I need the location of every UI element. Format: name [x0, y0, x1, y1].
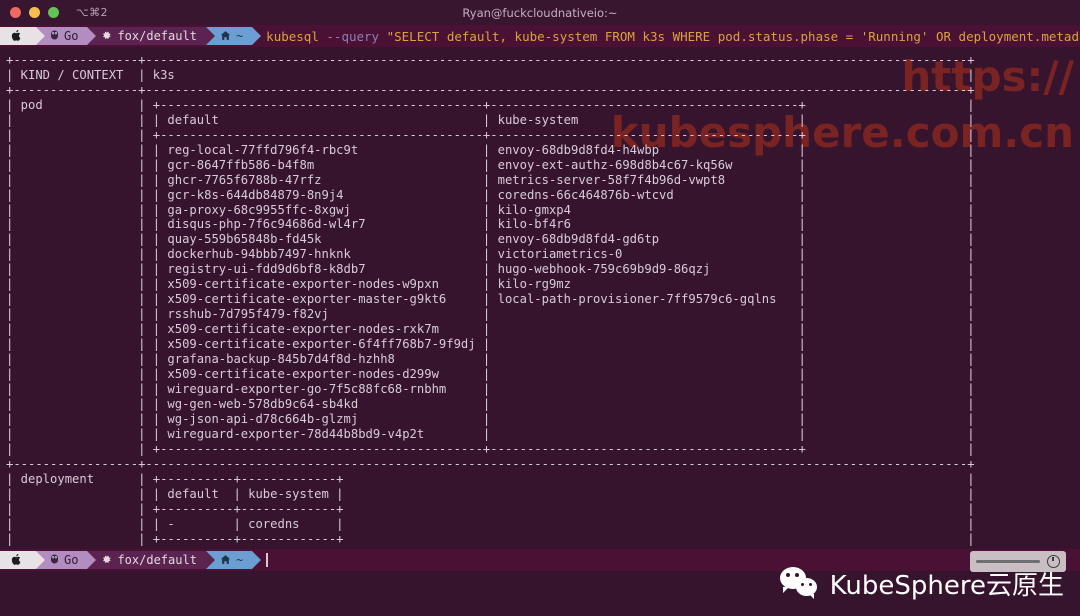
home-icon: [220, 30, 231, 43]
prompt-go-label: Go: [64, 553, 79, 567]
command-line[interactable]: kubesql --query "SELECT default, kube-sy…: [266, 29, 1080, 44]
window-title: Ryan@fuckcloudnativeio:~: [462, 5, 618, 20]
tab-shortcut-label: ⌥⌘2: [76, 6, 108, 19]
close-button[interactable]: [10, 7, 21, 18]
prompt-arrow-os: [36, 27, 45, 45]
prompt-line-top: Go fox/default ~ kubesql --query "SELECT…: [0, 25, 1080, 47]
zoom-button[interactable]: [48, 7, 59, 18]
prompt-context-label: fox/default: [117, 29, 197, 43]
wechat-bubble-small: [795, 577, 817, 599]
prompt-segment-context-bottom[interactable]: fox/default: [87, 551, 215, 569]
prompt-path-label: ~: [235, 553, 244, 567]
wechat-eye: [808, 582, 812, 586]
terminal-window: ⌥⌘2 Ryan@fuckcloudnativeio:~ https:// ku…: [0, 0, 1080, 616]
prompt-go-label: Go: [64, 29, 79, 43]
home-icon: [220, 554, 231, 567]
prompt-segment-os[interactable]: [0, 27, 45, 45]
prompt-arrow-context: [205, 27, 215, 45]
prompt-arrow-path: [252, 551, 262, 569]
minimize-button[interactable]: [29, 7, 40, 18]
prompt-arrow-path: [252, 27, 262, 45]
text-cursor[interactable]: [266, 553, 269, 567]
prompt-arrow-go: [87, 551, 97, 569]
gear-icon: [101, 554, 112, 567]
title-bar: ⌥⌘2 Ryan@fuckcloudnativeio:~: [0, 0, 1080, 25]
wechat-eye: [785, 572, 790, 577]
prompt-arrow-os: [36, 551, 45, 569]
prompt-context-label: fox/default: [117, 553, 197, 567]
gear-icon: [101, 30, 112, 43]
gopher-icon: [50, 553, 59, 567]
apple-icon: [11, 29, 22, 44]
prompt-line-bottom: Go fox/default ~: [0, 549, 1080, 571]
command-flag: --query: [326, 28, 380, 44]
prompt-arrow-context: [205, 551, 215, 569]
gopher-icon: [50, 29, 59, 43]
apple-icon: [11, 553, 22, 568]
output-text: +-----------------+---------------------…: [6, 53, 975, 560]
window-controls[interactable]: [10, 7, 59, 18]
command-query: "SELECT default, kube-system FROM k3s WH…: [386, 28, 1080, 44]
wechat-icon: [779, 566, 820, 601]
prompt-segment-context[interactable]: fox/default: [87, 27, 215, 45]
prompt-segment-os-bottom[interactable]: [0, 551, 45, 569]
prompt-arrow-go: [87, 27, 97, 45]
wechat-eye: [794, 572, 799, 577]
wechat-eye: [800, 582, 804, 586]
prompt-path-label: ~: [235, 29, 244, 43]
terminal-output: +-----------------+---------------------…: [0, 47, 1080, 561]
command-name: kubesql: [266, 28, 319, 44]
